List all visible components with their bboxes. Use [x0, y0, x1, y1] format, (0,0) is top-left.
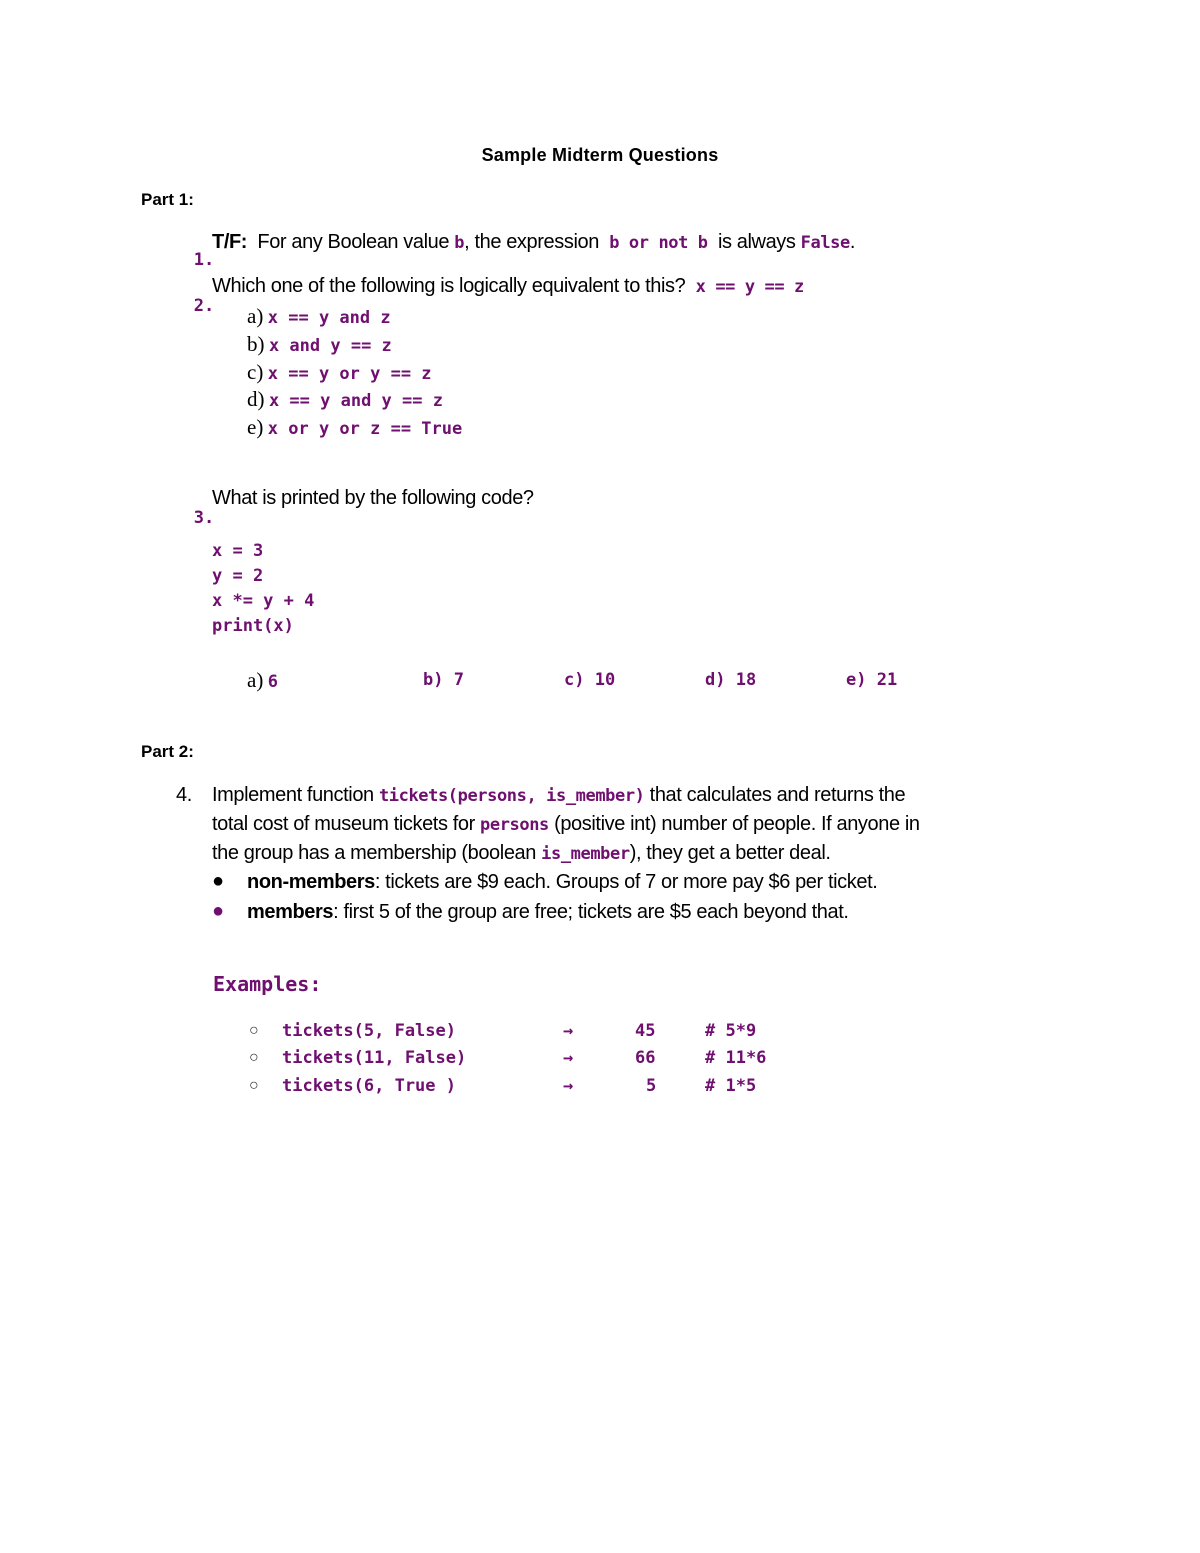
circle-bullet-icon: ○ — [249, 1022, 259, 1039]
q1-text-c: is always — [717, 231, 796, 253]
option-d: d) x == y and y == z — [247, 387, 443, 412]
q2-text: Which one of the following is logically … — [212, 275, 686, 297]
arrow-icon: → — [563, 1076, 574, 1096]
answer-letter: d) — [705, 670, 726, 690]
q1-text-b: , the expression — [464, 231, 599, 253]
question-number: 2. — [193, 296, 215, 316]
option-code: x and y == z — [268, 336, 392, 356]
option-code: x == y or y == z — [267, 364, 432, 384]
example-call: tickets(11, False) — [282, 1048, 467, 1068]
function-signature: tickets(persons, is_member) — [378, 786, 645, 806]
question-3-number-wrap: 3. — [176, 490, 214, 546]
example-call: tickets(5, False) — [282, 1021, 456, 1041]
example-comment: # 1*5 — [705, 1076, 757, 1096]
code-line: x = 3 — [212, 541, 264, 561]
rule-text: : tickets are $9 each. Groups of 7 or mo… — [374, 871, 878, 893]
question-1-text: T/F: For any Boolean value b, the expres… — [212, 231, 855, 254]
answer-letter: c) — [564, 670, 585, 690]
example-result: 66 — [635, 1048, 656, 1068]
option-a: a) x == y and z — [247, 304, 391, 329]
example-result: 5 — [646, 1076, 657, 1096]
code-expression: x == y == z — [695, 277, 805, 297]
option-letter: d) — [247, 387, 265, 411]
bullet-icon: ● — [212, 870, 225, 892]
rule-text: : first 5 of the group are free; tickets… — [333, 901, 849, 923]
q4-text: (positive int) number of people. If anyo… — [554, 813, 920, 835]
code-line: x *= y + 4 — [212, 591, 315, 611]
bullet-icon: ● — [212, 900, 225, 922]
answer-c: c) 10 — [564, 670, 615, 690]
arrow-icon: → — [563, 1048, 574, 1068]
code-b: b — [454, 233, 465, 253]
option-b: b) x and y == z — [247, 332, 392, 357]
example-comment: # 5*9 — [705, 1021, 757, 1041]
part1-heading: Part 1: — [141, 190, 194, 209]
rule-non-members: non-members: tickets are $9 each. Groups… — [247, 871, 878, 894]
answer-value: 10 — [594, 670, 616, 690]
answer-d: d) 18 — [705, 670, 756, 690]
question-2-number-wrap: 2. — [176, 278, 214, 334]
q4-text: that calculates and returns the — [649, 784, 906, 806]
example-result: 45 — [635, 1021, 656, 1041]
code-is-member: is_member — [541, 844, 630, 864]
option-code: x == y and z — [267, 308, 391, 328]
answer-letter: e) — [846, 670, 867, 690]
code-line: y = 2 — [212, 566, 264, 586]
rule-members: members: first 5 of the group are free; … — [247, 901, 849, 924]
q4-text: the group has a membership (boolean — [212, 842, 536, 864]
answer-e: e) 21 — [846, 670, 897, 690]
option-letter: c) — [247, 360, 264, 384]
option-letter: e) — [247, 415, 264, 439]
answer-value: 21 — [876, 670, 898, 690]
answer-letter: a) — [247, 668, 264, 692]
answer-value: 18 — [735, 670, 757, 690]
question-3-text: What is printed by the following code? — [212, 487, 534, 509]
q4-text: Implement function — [212, 784, 374, 806]
q1-text-a: For any Boolean value — [257, 231, 450, 253]
tf-prefix: T/F: — [212, 231, 248, 253]
question-2-text: Which one of the following is logically … — [212, 275, 804, 298]
q4-text: total cost of museum tickets for — [212, 813, 475, 835]
answer-letter: b) — [423, 670, 444, 690]
q4-line-3: the group has a membership (boolean is_m… — [212, 842, 831, 865]
answer-value: 6 — [267, 672, 279, 692]
option-letter: a) — [247, 304, 264, 328]
question-4-number: 4. — [176, 784, 192, 806]
examples-heading: Examples: — [213, 972, 322, 996]
circle-bullet-icon: ○ — [249, 1077, 259, 1094]
answer-a: a) 6 — [247, 668, 278, 693]
q4-text: ), they get a better deal. — [629, 842, 831, 864]
option-code: x or y or z == True — [267, 419, 463, 439]
circle-bullet-icon: ○ — [249, 1049, 259, 1066]
code-persons: persons — [480, 815, 549, 835]
answer-b: b) 7 — [423, 670, 464, 690]
code-expression: b or not b — [609, 233, 708, 253]
question-number: 3. — [193, 508, 215, 528]
q4-line-2: total cost of museum tickets for persons… — [212, 813, 920, 836]
option-c: c) x == y or y == z — [247, 360, 432, 385]
q1-text-d: . — [849, 231, 856, 253]
document-title: Sample Midterm Questions — [481, 145, 719, 165]
arrow-icon: → — [563, 1021, 574, 1041]
option-code: x == y and y == z — [268, 391, 443, 411]
code-false: False — [800, 233, 851, 253]
rule-label: non-members — [247, 871, 375, 893]
part2-heading: Part 2: — [141, 742, 194, 761]
option-letter: b) — [247, 332, 265, 356]
code-line: print(x) — [212, 616, 294, 636]
rule-label: members — [247, 901, 334, 923]
option-e: e) x or y or z == True — [247, 415, 462, 440]
answer-value: 7 — [453, 670, 464, 690]
example-comment: # 11*6 — [705, 1048, 767, 1068]
q4-line-1: Implement function tickets(persons, is_m… — [212, 784, 906, 807]
example-call: tickets(6, True ) — [282, 1076, 456, 1096]
